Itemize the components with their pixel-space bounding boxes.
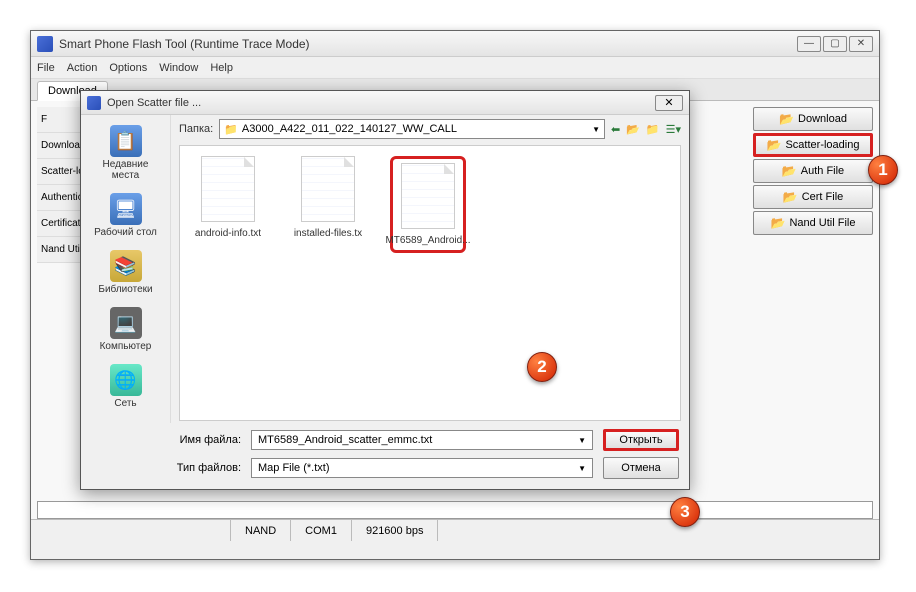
menubar: File Action Options Window Help [31,57,879,79]
maximize-button[interactable]: ▢ [823,36,847,52]
libraries-icon: 📚 [110,250,142,282]
computer-icon: 💻 [110,307,142,339]
places-bar: 📋Недавние места 🖥Рабочий стол 📚Библиотек… [81,115,171,423]
status-cell [31,520,231,541]
window-title: Smart Phone Flash Tool (Runtime Trace Mo… [59,37,797,51]
app-icon [37,36,53,52]
close-button[interactable]: ✕ [849,36,873,52]
status-baud: 921600 bps [352,520,439,541]
callout-2: 2 [527,352,557,382]
menu-file[interactable]: File [37,62,55,74]
nand-util-button[interactable]: 📂Nand Util File [753,211,873,235]
desktop-icon: 🖥 [110,193,142,225]
place-recent[interactable]: 📋Недавние места [86,121,166,185]
dialog-title: Open Scatter file ... [107,97,655,109]
scatter-loading-button[interactable]: 📂Scatter-loading [753,133,873,157]
status-com: COM1 [291,520,352,541]
menu-help[interactable]: Help [210,62,233,74]
app-icon [87,96,101,110]
dialog-titlebar[interactable]: Open Scatter file ... ✕ [81,91,689,115]
place-computer[interactable]: 💻Компьютер [86,303,166,356]
folder-icon: 📁 [224,123,238,136]
menu-action[interactable]: Action [67,62,98,74]
filename-label: Имя файла: [161,434,241,446]
file-item-selected[interactable]: MT6589_Android... [390,156,466,253]
newfolder-icon[interactable]: 📁 [646,123,660,136]
auth-file-button[interactable]: 📂Auth File [753,159,873,183]
chevron-down-icon: ▼ [592,125,600,134]
callout-1: 1 [868,155,898,185]
place-desktop[interactable]: 🖥Рабочий стол [86,189,166,242]
open-button[interactable]: Открыть [603,429,679,451]
file-area: Папка: 📁 A3000_A422_011_022_140127_WW_CA… [171,115,689,423]
folder-icon: 📂 [782,164,797,178]
folder-label: Папка: [179,123,213,135]
menu-window[interactable]: Window [159,62,198,74]
progress-bar [37,501,873,519]
folder-value: A3000_A422_011_022_140127_WW_CALL [242,123,457,135]
filename-input[interactable]: MT6589_Android_scatter_emmc.txt▼ [251,430,593,450]
statusbar: NAND COM1 921600 bps [31,519,879,541]
download-button[interactable]: 📂Download [753,107,873,131]
cancel-button[interactable]: Отмена [603,457,679,479]
folder-icon: 📂 [779,112,794,126]
network-icon: 🌐 [110,364,142,396]
place-network[interactable]: 🌐Сеть [86,360,166,413]
minimize-button[interactable]: — [797,36,821,52]
open-file-dialog: Open Scatter file ... ✕ 📋Недавние места … [80,90,690,490]
dialog-close-button[interactable]: ✕ [655,95,683,111]
path-row: Папка: 📁 A3000_A422_011_022_140127_WW_CA… [171,115,689,143]
file-item[interactable]: android-info.txt [190,156,266,239]
folder-icon: 📂 [771,216,786,230]
filetype-label: Тип файлов: [161,462,241,474]
folder-icon: 📂 [783,190,798,204]
dialog-bottom: Имя файла: MT6589_Android_scatter_emmc.t… [81,423,689,485]
file-name: android-info.txt [195,228,261,239]
view-icon[interactable]: ☰▾ [666,123,681,136]
file-name: installed-files.tx [294,228,362,239]
up-icon[interactable]: 📂 [626,123,640,136]
recent-icon: 📋 [110,125,142,157]
file-item[interactable]: installed-files.tx [290,156,366,239]
file-icon [301,156,355,222]
folder-icon: 📂 [767,138,782,152]
folder-combo[interactable]: 📁 A3000_A422_011_022_140127_WW_CALL ▼ [219,119,605,139]
menu-options[interactable]: Options [109,62,147,74]
place-libraries[interactable]: 📚Библиотеки [86,246,166,299]
status-nand: NAND [231,520,291,541]
cert-file-button[interactable]: 📂Cert File [753,185,873,209]
titlebar[interactable]: Smart Phone Flash Tool (Runtime Trace Mo… [31,31,879,57]
file-list[interactable]: android-info.txt installed-files.tx MT65… [179,145,681,421]
file-icon [401,163,455,229]
file-name: MT6589_Android... [385,235,470,246]
file-icon [201,156,255,222]
right-buttons: 📂Download 📂Scatter-loading 📂Auth File 📂C… [753,107,873,235]
callout-3: 3 [670,497,700,527]
back-icon[interactable]: ⬅ [611,123,620,136]
chevron-down-icon: ▼ [578,464,586,473]
chevron-down-icon: ▼ [578,436,586,445]
filetype-combo[interactable]: Map File (*.txt)▼ [251,458,593,478]
